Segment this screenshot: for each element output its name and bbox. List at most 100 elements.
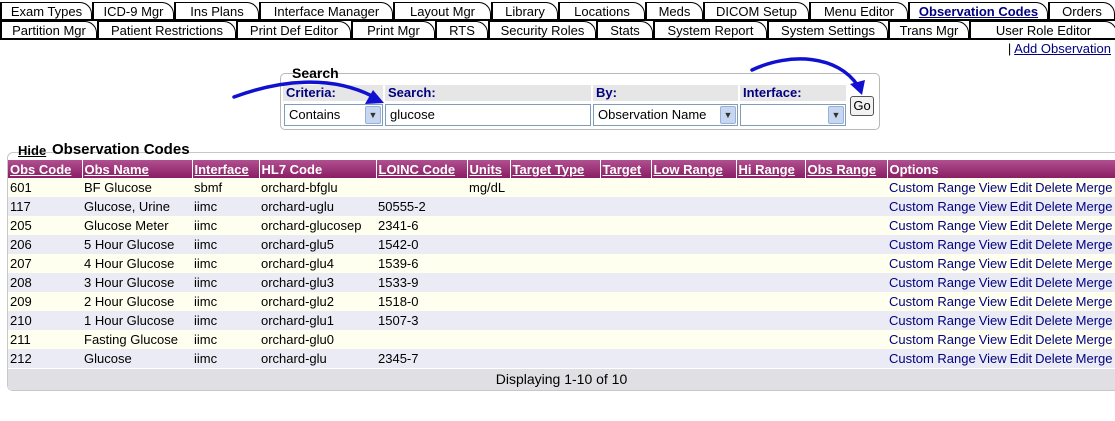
delete-link[interactable]: Delete: [1035, 313, 1073, 328]
edit-link[interactable]: Edit: [1010, 275, 1032, 290]
custom-range-link[interactable]: Custom Range: [889, 275, 976, 290]
table-row: 206 5 Hour Glucose iimc orchard-glu5 1542-0 C…: [8, 235, 1115, 254]
merge-link[interactable]: Merge: [1076, 351, 1113, 366]
view-link[interactable]: View: [979, 294, 1007, 309]
column-header-obs-range[interactable]: Obs Range: [805, 160, 888, 178]
custom-range-link[interactable]: Custom Range: [889, 180, 976, 195]
column-header-units[interactable]: Units: [467, 160, 511, 178]
merge-link[interactable]: Merge: [1076, 180, 1113, 195]
view-link[interactable]: View: [979, 237, 1007, 252]
delete-link[interactable]: Delete: [1035, 180, 1073, 195]
view-link[interactable]: View: [979, 332, 1007, 347]
cell-obs-code: 601: [8, 178, 82, 197]
cell-units: [467, 235, 510, 254]
cell-target-type: [510, 197, 600, 216]
cell-hi-range: [736, 235, 805, 254]
cell-obs-range: [805, 235, 887, 254]
cell-obs-range: [805, 254, 887, 273]
delete-link[interactable]: Delete: [1035, 351, 1073, 366]
cell-low-range: [651, 178, 736, 197]
cell-low-range: [651, 330, 736, 349]
merge-link[interactable]: Merge: [1076, 294, 1113, 309]
table-row: 208 3 Hour Glucose iimc orchard-glu3 1533-9 C…: [8, 273, 1115, 292]
annotation-arrows: [232, 57, 865, 104]
table-row: 117 Glucose, Urine iimc orchard-uglu 50555-2…: [8, 197, 1115, 216]
edit-link[interactable]: Edit: [1010, 180, 1032, 195]
column-header-obs-name[interactable]: Obs Name: [82, 160, 193, 178]
cell-low-range: [651, 235, 736, 254]
cell-hi-range: [736, 254, 805, 273]
cell-hi-range: [736, 273, 805, 292]
cell-hl7-code: orchard-glu1: [259, 311, 376, 330]
cell-obs-range: [805, 273, 887, 292]
column-header-loinc-code[interactable]: LOINC Code: [376, 160, 468, 178]
cell-hi-range: [736, 216, 805, 235]
view-link[interactable]: View: [979, 199, 1007, 214]
row-options: Custom Range View Edit Delete Merge: [887, 178, 1115, 197]
merge-link[interactable]: Merge: [1076, 199, 1113, 214]
cell-target-type: [510, 254, 600, 273]
column-header-target-type[interactable]: Target Type: [510, 160, 601, 178]
delete-link[interactable]: Delete: [1035, 199, 1073, 214]
edit-link[interactable]: Edit: [1010, 313, 1032, 328]
custom-range-link[interactable]: Custom Range: [889, 199, 976, 214]
custom-range-link[interactable]: Custom Range: [889, 237, 976, 252]
cell-obs-name: Glucose: [82, 349, 192, 368]
custom-range-link[interactable]: Custom Range: [889, 351, 976, 366]
table-row: 212 Glucose iimc orchard-glu 2345-7 Custom Ra…: [8, 349, 1115, 368]
merge-link[interactable]: Merge: [1076, 218, 1113, 233]
cell-interface: iimc: [192, 273, 259, 292]
custom-range-link[interactable]: Custom Range: [889, 256, 976, 271]
custom-range-link[interactable]: Custom Range: [889, 332, 976, 347]
view-link[interactable]: View: [979, 275, 1007, 290]
cell-hi-range: [736, 292, 805, 311]
cell-obs-name: 5 Hour Glucose: [82, 235, 192, 254]
view-link[interactable]: View: [979, 180, 1007, 195]
edit-link[interactable]: Edit: [1010, 256, 1032, 271]
cell-loinc-code: 1542-0: [376, 235, 467, 254]
merge-link[interactable]: Merge: [1076, 256, 1113, 271]
edit-link[interactable]: Edit: [1010, 237, 1032, 252]
delete-link[interactable]: Delete: [1035, 294, 1073, 309]
merge-link[interactable]: Merge: [1076, 237, 1113, 252]
cell-target-type: [510, 235, 600, 254]
cell-low-range: [651, 273, 736, 292]
column-header-hl7-code: HL7 Code: [259, 160, 377, 178]
cell-obs-name: BF Glucose: [82, 178, 192, 197]
custom-range-link[interactable]: Custom Range: [889, 218, 976, 233]
hide-link[interactable]: Hide: [18, 143, 46, 158]
column-header-obs-code[interactable]: Obs Code: [8, 160, 83, 178]
cell-units: mg/dL: [467, 178, 510, 197]
merge-link[interactable]: Merge: [1076, 275, 1113, 290]
edit-link[interactable]: Edit: [1010, 351, 1032, 366]
row-options: Custom Range View Edit Delete Merge: [887, 254, 1115, 273]
custom-range-link[interactable]: Custom Range: [889, 313, 976, 328]
merge-link[interactable]: Merge: [1076, 332, 1113, 347]
merge-link[interactable]: Merge: [1076, 313, 1113, 328]
table-row: 601 BF Glucose sbmf orchard-bfglu mg/dL Custo…: [8, 178, 1115, 197]
delete-link[interactable]: Delete: [1035, 218, 1073, 233]
custom-range-link[interactable]: Custom Range: [889, 294, 976, 309]
view-link[interactable]: View: [979, 351, 1007, 366]
cell-loinc-code: [376, 178, 467, 197]
view-link[interactable]: View: [979, 256, 1007, 271]
view-link[interactable]: View: [979, 313, 1007, 328]
column-header-target[interactable]: Target: [600, 160, 652, 178]
edit-link[interactable]: Edit: [1010, 332, 1032, 347]
delete-link[interactable]: Delete: [1035, 237, 1073, 252]
column-header-interface[interactable]: Interface: [192, 160, 260, 178]
delete-link[interactable]: Delete: [1035, 256, 1073, 271]
table-row: 207 4 Hour Glucose iimc orchard-glu4 1539-6 C…: [8, 254, 1115, 273]
edit-link[interactable]: Edit: [1010, 199, 1032, 214]
cell-target: [600, 273, 651, 292]
edit-link[interactable]: Edit: [1010, 218, 1032, 233]
delete-link[interactable]: Delete: [1035, 332, 1073, 347]
cell-obs-range: [805, 349, 887, 368]
delete-link[interactable]: Delete: [1035, 275, 1073, 290]
view-link[interactable]: View: [979, 218, 1007, 233]
cell-hl7-code: orchard-bfglu: [259, 178, 376, 197]
cell-units: [467, 273, 510, 292]
edit-link[interactable]: Edit: [1010, 294, 1032, 309]
column-header-low-range[interactable]: Low Range: [651, 160, 737, 178]
column-header-hi-range[interactable]: Hi Range: [736, 160, 806, 178]
